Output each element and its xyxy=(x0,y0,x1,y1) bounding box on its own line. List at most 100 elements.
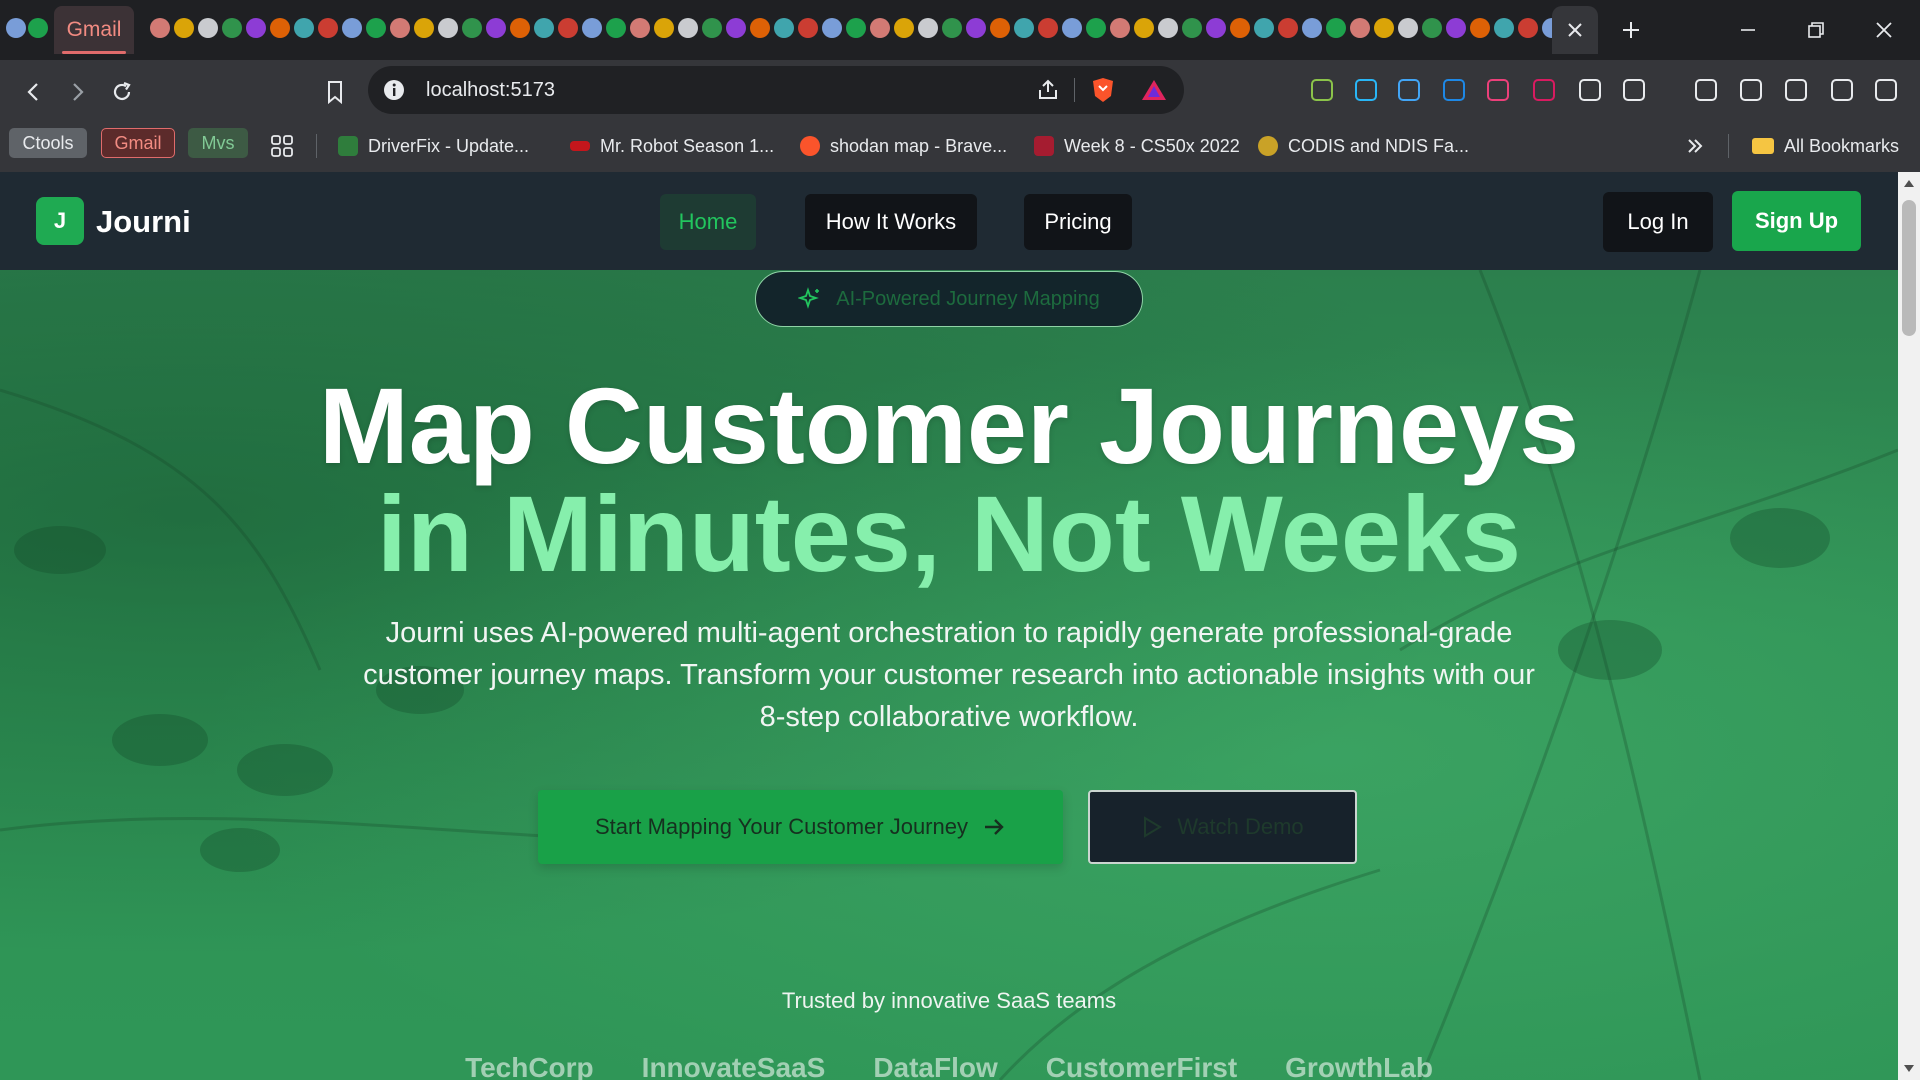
scroll-down-icon[interactable] xyxy=(1903,1064,1915,1074)
pinned-tab-favicon[interactable] xyxy=(1182,18,1202,38)
c-extension-icon[interactable] xyxy=(1440,76,1468,104)
pinned-tab-favicon[interactable] xyxy=(582,18,602,38)
nav-how-it-works[interactable]: How It Works xyxy=(805,194,977,250)
pinned-tab-favicon[interactable] xyxy=(150,18,170,38)
address-url[interactable]: localhost:5173 xyxy=(426,79,555,102)
share-icon[interactable] xyxy=(1036,78,1060,102)
brand-logo[interactable]: J xyxy=(36,197,84,245)
pinned-tab-favicon[interactable] xyxy=(438,18,458,38)
minimize-button[interactable] xyxy=(1726,8,1770,52)
brand-name[interactable]: Journi xyxy=(96,204,191,240)
more-bookmarks-button[interactable] xyxy=(1686,132,1704,160)
pinned-tab-favicon[interactable] xyxy=(1446,18,1466,38)
pinned-tab-favicon[interactable] xyxy=(1086,18,1106,38)
page-scrollbar[interactable] xyxy=(1898,172,1920,1080)
pinned-tab-favicon[interactable] xyxy=(726,18,746,38)
bookmark-driverfix[interactable]: DriverFix - Update... xyxy=(338,132,529,160)
pinned-tab-favicon[interactable] xyxy=(342,18,362,38)
pinned-tab-favicon[interactable] xyxy=(846,18,866,38)
address-bar[interactable]: localhost:5173 xyxy=(368,66,1184,114)
pinned-tab-favicon[interactable] xyxy=(1422,18,1442,38)
rewind-extension-icon[interactable] xyxy=(1395,76,1423,104)
up-extension-icon[interactable] xyxy=(1352,76,1380,104)
pinned-tab-favicon[interactable] xyxy=(1014,18,1034,38)
pinned-tab-favicon[interactable] xyxy=(630,18,650,38)
bookmark-folder-gmail[interactable]: Gmail xyxy=(101,128,175,158)
pinned-tab-favicon[interactable] xyxy=(966,18,986,38)
pinned-tab-favicon[interactable] xyxy=(486,18,506,38)
pinned-tab-favicon[interactable] xyxy=(246,18,266,38)
pinned-tab-favicon[interactable] xyxy=(918,18,938,38)
bookmark-folder-mvs[interactable]: Mvs xyxy=(188,128,248,158)
pinned-tab-favicon[interactable] xyxy=(894,18,914,38)
watch-demo-button[interactable]: Watch Demo xyxy=(1088,790,1357,864)
pinned-tab-favicon[interactable] xyxy=(1494,18,1514,38)
analytics-extension-icon[interactable] xyxy=(1308,76,1336,104)
puzzle-extensions-icon[interactable] xyxy=(1576,76,1604,104)
bookmark-codis[interactable]: CODIS and NDIS Fa... xyxy=(1258,132,1469,160)
search-tab-icon[interactable] xyxy=(1620,76,1648,104)
brave-shield-icon[interactable] xyxy=(1090,76,1116,104)
pinned-tab-favicon[interactable] xyxy=(1302,18,1322,38)
pinned-tab-favicon[interactable] xyxy=(1470,18,1490,38)
sidebar-icon[interactable] xyxy=(1692,76,1720,104)
site-info-icon[interactable] xyxy=(382,78,406,102)
pinned-tab-favicon[interactable] xyxy=(654,18,674,38)
close-icon[interactable] xyxy=(1567,22,1583,38)
pinned-tab-favicon[interactable] xyxy=(174,18,194,38)
bookmark-folder-ctools[interactable]: Ctools xyxy=(9,128,87,158)
tab-gmail[interactable]: Gmail xyxy=(54,6,134,54)
bookmark-mr-robot[interactable]: Mr. Robot Season 1... xyxy=(570,132,774,160)
pinned-tab-favicon[interactable] xyxy=(822,18,842,38)
pinned-tab-favicon[interactable] xyxy=(606,18,626,38)
pinned-tab-favicon[interactable] xyxy=(798,18,818,38)
restore-button[interactable] xyxy=(1794,8,1838,52)
ublock-extension-icon[interactable] xyxy=(1530,76,1558,104)
pinned-tab-favicon[interactable] xyxy=(1398,18,1418,38)
pinned-tab-favicon[interactable] xyxy=(318,18,338,38)
pinned-tab-favicon[interactable] xyxy=(198,18,218,38)
brave-rewards-icon[interactable] xyxy=(1140,78,1168,102)
scroll-up-icon[interactable] xyxy=(1903,178,1915,188)
close-window-button[interactable] xyxy=(1862,8,1906,52)
wallet-icon[interactable] xyxy=(1737,76,1765,104)
pinned-tab-favicon[interactable] xyxy=(1374,18,1394,38)
scrollbar-thumb[interactable] xyxy=(1902,200,1916,336)
pinned-tab-favicon[interactable] xyxy=(1278,18,1298,38)
all-bookmarks-button[interactable]: All Bookmarks xyxy=(1752,132,1899,160)
pinned-tab-favicon[interactable] xyxy=(1134,18,1154,38)
reload-button[interactable] xyxy=(102,72,142,112)
pinned-tab-favicon[interactable] xyxy=(774,18,794,38)
pinned-tab-favicon[interactable] xyxy=(942,18,962,38)
pinned-tab-favicon[interactable] xyxy=(510,18,530,38)
pinned-tab-favicon[interactable] xyxy=(1230,18,1250,38)
bookmark-cs50[interactable]: Week 8 - CS50x 2022 xyxy=(1034,132,1240,160)
pinned-tab-favicon[interactable] xyxy=(222,18,242,38)
pinned-tab-favicon[interactable] xyxy=(1206,18,1226,38)
bookmark-shodan[interactable]: shodan map - Brave... xyxy=(800,132,1007,160)
back-button[interactable] xyxy=(14,72,54,112)
pinned-tab-favicon[interactable] xyxy=(1038,18,1058,38)
menu-icon[interactable] xyxy=(1872,76,1900,104)
pinned-tab-favicon[interactable] xyxy=(1062,18,1082,38)
pinned-tab-favicon[interactable] xyxy=(270,18,290,38)
forward-button[interactable] xyxy=(57,72,97,112)
start-mapping-button[interactable]: Start Mapping Your Customer Journey xyxy=(538,790,1063,864)
pinned-tab-favicon[interactable] xyxy=(990,18,1010,38)
pinned-tab-favicon[interactable] xyxy=(678,18,698,38)
pinned-tab-favicon[interactable] xyxy=(1110,18,1130,38)
signup-button[interactable]: Sign Up xyxy=(1732,191,1861,251)
pinned-tab-favicon[interactable] xyxy=(750,18,770,38)
pinned-tab-favicon[interactable] xyxy=(1254,18,1274,38)
pinned-tab-favicon[interactable] xyxy=(462,18,482,38)
pinned-tab-favicon[interactable] xyxy=(1158,18,1178,38)
pinned-tab-favicon[interactable] xyxy=(28,18,48,38)
pinned-tab-favicon[interactable] xyxy=(414,18,434,38)
bookmark-page-button[interactable] xyxy=(315,72,355,112)
nav-home[interactable]: Home xyxy=(660,194,756,250)
pinned-tab-favicon[interactable] xyxy=(1518,18,1538,38)
pinned-tab-favicon[interactable] xyxy=(558,18,578,38)
vpn-shield-icon[interactable] xyxy=(1828,76,1856,104)
leo-ai-icon[interactable] xyxy=(1782,76,1810,104)
pinned-tab-favicon[interactable] xyxy=(294,18,314,38)
